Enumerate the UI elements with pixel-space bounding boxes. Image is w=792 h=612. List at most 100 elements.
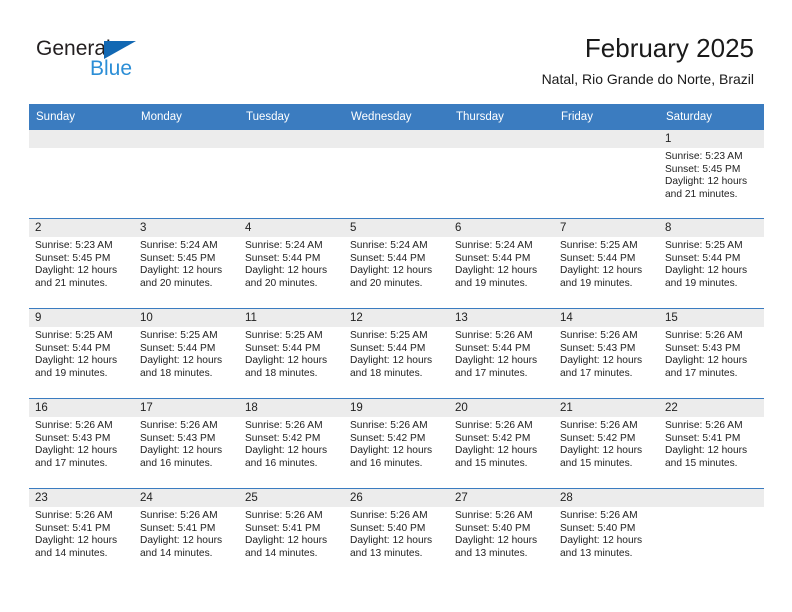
sunset-text: Sunset: 5:44 PM (245, 342, 321, 354)
day-number: 8 (659, 219, 764, 237)
day-cell-empty (29, 129, 134, 219)
sunset-text: Sunset: 5:45 PM (140, 252, 216, 264)
weekday-header-monday: Monday (134, 104, 239, 130)
day-cell[interactable]: 24 Sunrise: 5:26 AM Sunset: 5:41 PM Dayligh… (134, 488, 239, 578)
sunset-text: Sunset: 5:41 PM (665, 432, 741, 444)
title-block: February 2025 Natal, Rio Grande do Norte… (542, 32, 754, 89)
day-cell[interactable]: 12 Sunrise: 5:25 AM Sunset: 5:44 PM Dayligh… (344, 308, 449, 399)
day-cell[interactable]: 17 Sunrise: 5:26 AM Sunset: 5:43 PM Dayligh… (134, 398, 239, 489)
day-cell[interactable]: 2 Sunrise: 5:23 AM Sunset: 5:45 PM Daylight… (29, 218, 134, 309)
sunrise-text: Sunrise: 5:26 AM (665, 420, 743, 431)
daylight-text-line2: and 20 minutes. (350, 277, 423, 289)
sunset-text: Sunset: 5:41 PM (245, 522, 321, 534)
location-subtitle: Natal, Rio Grande do Norte, Brazil (541, 71, 754, 87)
daylight-text-line1: Daylight: 12 hours (245, 355, 328, 367)
day-cell[interactable]: 11 Sunrise: 5:25 AM Sunset: 5:44 PM Dayligh… (239, 308, 344, 399)
sunrise-text: Sunrise: 5:25 AM (560, 240, 638, 251)
daylight-text-line1: Daylight: 12 hours (35, 445, 118, 457)
day-cell[interactable]: 27 Sunrise: 5:26 AM Sunset: 5:40 PM Dayligh… (449, 488, 554, 578)
sunset-text: Sunset: 5:45 PM (665, 163, 741, 175)
day-details: Sunrise: 5:26 AM Sunset: 5:44 PM Daylight:… (449, 327, 554, 380)
daylight-text-line1: Daylight: 12 hours (665, 176, 748, 188)
sunset-text: Sunset: 5:42 PM (245, 432, 321, 444)
day-cell[interactable]: 16 Sunrise: 5:26 AM Sunset: 5:43 PM Dayligh… (29, 398, 134, 489)
day-cell[interactable]: 3 Sunrise: 5:24 AM Sunset: 5:45 PM Daylight… (134, 218, 239, 309)
day-number: 6 (449, 219, 554, 237)
day-cell[interactable]: 6 Sunrise: 5:24 AM Sunset: 5:44 PM Daylight… (449, 218, 554, 309)
day-cell[interactable]: 20 Sunrise: 5:26 AM Sunset: 5:42 PM Dayligh… (449, 398, 554, 489)
weekday-header-wednesday: Wednesday (344, 104, 449, 130)
day-details: Sunrise: 5:26 AM Sunset: 5:43 PM Daylight:… (29, 417, 134, 470)
day-details: Sunrise: 5:24 AM Sunset: 5:44 PM Daylight:… (239, 237, 344, 290)
daylight-text-line1: Daylight: 12 hours (455, 355, 538, 367)
daylight-text-line2: and 16 minutes. (245, 457, 318, 469)
day-number: 2 (29, 219, 134, 237)
day-number: 25 (239, 489, 344, 507)
daylight-text-line2: and 20 minutes. (140, 277, 213, 289)
day-details: Sunrise: 5:26 AM Sunset: 5:40 PM Daylight:… (554, 507, 659, 560)
day-cell[interactable]: 22 Sunrise: 5:26 AM Sunset: 5:41 PM Dayligh… (659, 398, 764, 489)
day-cell-empty (554, 129, 659, 219)
sunset-text: Sunset: 5:44 PM (665, 252, 741, 264)
daylight-text-line1: Daylight: 12 hours (560, 445, 643, 457)
daylight-text-line2: and 21 minutes. (35, 277, 108, 289)
sunset-text: Sunset: 5:44 PM (140, 342, 216, 354)
day-number: 10 (134, 309, 239, 327)
sunrise-text: Sunrise: 5:25 AM (665, 240, 743, 251)
daylight-text-line1: Daylight: 12 hours (560, 355, 643, 367)
day-cell[interactable]: 26 Sunrise: 5:26 AM Sunset: 5:40 PM Dayligh… (344, 488, 449, 578)
day-cell-empty (239, 129, 344, 219)
sunrise-text: Sunrise: 5:26 AM (35, 420, 113, 431)
daylight-text-line1: Daylight: 12 hours (140, 535, 223, 547)
day-cell[interactable]: 7 Sunrise: 5:25 AM Sunset: 5:44 PM Daylight… (554, 218, 659, 309)
day-cell[interactable]: 8 Sunrise: 5:25 AM Sunset: 5:44 PM Daylight… (659, 218, 764, 309)
day-cell[interactable]: 13 Sunrise: 5:26 AM Sunset: 5:44 PM Dayligh… (449, 308, 554, 399)
day-details: Sunrise: 5:25 AM Sunset: 5:44 PM Daylight:… (134, 327, 239, 380)
day-number (449, 130, 554, 148)
day-cell-empty (134, 129, 239, 219)
daylight-text-line1: Daylight: 12 hours (560, 265, 643, 277)
day-number: 22 (659, 399, 764, 417)
sunrise-text: Sunrise: 5:23 AM (35, 240, 113, 251)
weekday-header-tuesday: Tuesday (239, 104, 344, 130)
day-cell[interactable]: 5 Sunrise: 5:24 AM Sunset: 5:44 PM Daylight… (344, 218, 449, 309)
day-cell[interactable]: 28 Sunrise: 5:26 AM Sunset: 5:40 PM Dayligh… (554, 488, 659, 578)
day-cell[interactable]: 21 Sunrise: 5:26 AM Sunset: 5:42 PM Dayligh… (554, 398, 659, 489)
sunrise-text: Sunrise: 5:25 AM (245, 330, 323, 341)
day-cell[interactable]: 9 Sunrise: 5:25 AM Sunset: 5:44 PM Daylight… (29, 308, 134, 399)
daylight-text-line2: and 19 minutes. (665, 277, 738, 289)
day-cell[interactable]: 25 Sunrise: 5:26 AM Sunset: 5:41 PM Dayligh… (239, 488, 344, 578)
daylight-text-line1: Daylight: 12 hours (665, 355, 748, 367)
day-cell[interactable]: 15 Sunrise: 5:26 AM Sunset: 5:43 PM Dayligh… (659, 308, 764, 399)
day-number: 9 (29, 309, 134, 327)
daylight-text-line1: Daylight: 12 hours (455, 265, 538, 277)
day-details: Sunrise: 5:24 AM Sunset: 5:44 PM Daylight:… (449, 237, 554, 290)
day-cell[interactable]: 1 Sunrise: 5:23 AM Sunset: 5:45 PM Daylight… (659, 129, 764, 219)
sunrise-text: Sunrise: 5:25 AM (140, 330, 218, 341)
day-cell[interactable]: 14 Sunrise: 5:26 AM Sunset: 5:43 PM Dayligh… (554, 308, 659, 399)
day-details: Sunrise: 5:26 AM Sunset: 5:42 PM Daylight:… (344, 417, 449, 470)
sunrise-text: Sunrise: 5:24 AM (245, 240, 323, 251)
daylight-text-line1: Daylight: 12 hours (350, 535, 433, 547)
day-number: 21 (554, 399, 659, 417)
day-cell[interactable]: 10 Sunrise: 5:25 AM Sunset: 5:44 PM Dayligh… (134, 308, 239, 399)
daylight-text-line2: and 19 minutes. (35, 367, 108, 379)
general-blue-logo[interactable]: General Blue (36, 38, 176, 84)
day-cell[interactable]: 19 Sunrise: 5:26 AM Sunset: 5:42 PM Dayligh… (344, 398, 449, 489)
day-cell[interactable]: 23 Sunrise: 5:26 AM Sunset: 5:41 PM Dayligh… (29, 488, 134, 578)
sunset-text: Sunset: 5:41 PM (140, 522, 216, 534)
sunset-text: Sunset: 5:41 PM (35, 522, 111, 534)
day-details: Sunrise: 5:26 AM Sunset: 5:43 PM Daylight:… (659, 327, 764, 380)
sunrise-text: Sunrise: 5:25 AM (35, 330, 113, 341)
day-details: Sunrise: 5:26 AM Sunset: 5:40 PM Daylight:… (344, 507, 449, 560)
day-details: Sunrise: 5:26 AM Sunset: 5:41 PM Daylight:… (659, 417, 764, 470)
daylight-text-line2: and 13 minutes. (455, 547, 528, 559)
day-cell[interactable]: 18 Sunrise: 5:26 AM Sunset: 5:42 PM Dayligh… (239, 398, 344, 489)
daylight-text-line1: Daylight: 12 hours (665, 445, 748, 457)
day-cell[interactable]: 4 Sunrise: 5:24 AM Sunset: 5:44 PM Daylight… (239, 218, 344, 309)
month-calendar: Sunday Monday Tuesday Wednesday Thursday… (29, 104, 764, 578)
day-details: Sunrise: 5:26 AM Sunset: 5:43 PM Daylight:… (134, 417, 239, 470)
day-number: 28 (554, 489, 659, 507)
day-number: 15 (659, 309, 764, 327)
day-details: Sunrise: 5:26 AM Sunset: 5:42 PM Daylight:… (554, 417, 659, 470)
